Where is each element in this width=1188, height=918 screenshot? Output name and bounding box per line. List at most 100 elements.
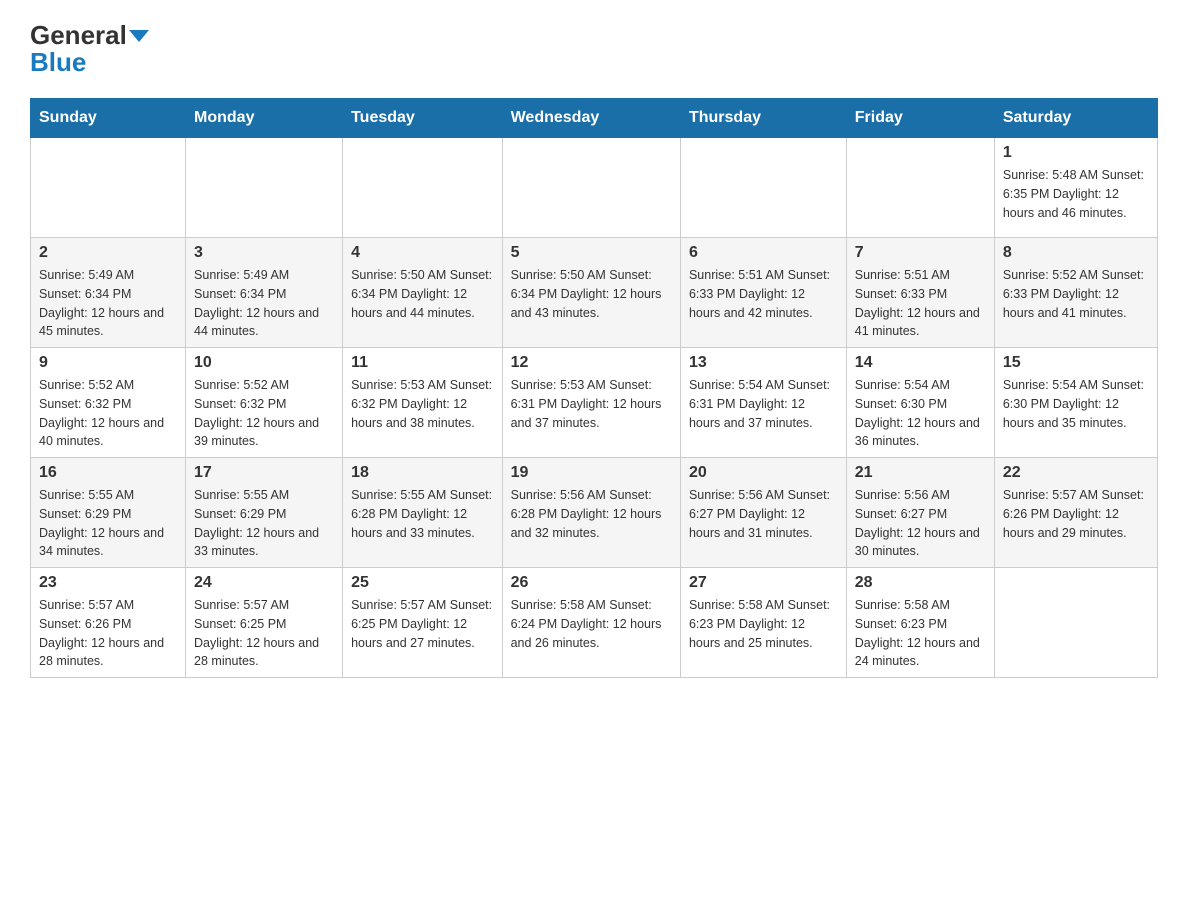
logo-arrow-icon <box>129 30 149 42</box>
day-info: Sunrise: 5:56 AM Sunset: 6:28 PM Dayligh… <box>511 486 672 542</box>
column-header-wednesday: Wednesday <box>502 99 680 138</box>
day-info: Sunrise: 5:57 AM Sunset: 6:26 PM Dayligh… <box>1003 486 1149 542</box>
column-header-tuesday: Tuesday <box>343 99 503 138</box>
calendar-cell: 25 Sunrise: 5:57 AM Sunset: 6:25 PM Dayli… <box>343 568 503 678</box>
column-header-thursday: Thursday <box>680 99 846 138</box>
day-number: 14 <box>855 354 986 372</box>
day-number: 16 <box>39 464 177 482</box>
calendar-cell: 4 Sunrise: 5:50 AM Sunset: 6:34 PM Daylig… <box>343 238 503 348</box>
calendar-cell: 26 Sunrise: 5:58 AM Sunset: 6:24 PM Dayli… <box>502 568 680 678</box>
day-info: Sunrise: 5:49 AM Sunset: 6:34 PM Dayligh… <box>194 266 334 341</box>
calendar-week-row: 9 Sunrise: 5:52 AM Sunset: 6:32 PM Daylig… <box>31 348 1158 458</box>
day-info: Sunrise: 5:52 AM Sunset: 6:33 PM Dayligh… <box>1003 266 1149 322</box>
day-number: 17 <box>194 464 334 482</box>
day-info: Sunrise: 5:58 AM Sunset: 6:24 PM Dayligh… <box>511 596 672 652</box>
calendar-cell <box>502 138 680 238</box>
day-number: 5 <box>511 244 672 262</box>
day-number: 8 <box>1003 244 1149 262</box>
calendar-cell: 15Sunrise: 5:54 AM Sunset: 6:30 PM Dayli… <box>994 348 1157 458</box>
calendar-cell: 11Sunrise: 5:53 AM Sunset: 6:32 PM Dayli… <box>343 348 503 458</box>
day-number: 27 <box>689 574 838 592</box>
day-info: Sunrise: 5:54 AM Sunset: 6:31 PM Dayligh… <box>689 376 838 432</box>
day-info: Sunrise: 5:58 AM Sunset: 6:23 PM Dayligh… <box>689 596 838 652</box>
calendar-cell: 16 Sunrise: 5:55 AM Sunset: 6:29 PM Dayli… <box>31 458 186 568</box>
day-number: 18 <box>351 464 494 482</box>
day-info: Sunrise: 5:54 AM Sunset: 6:30 PM Dayligh… <box>855 376 986 451</box>
day-number: 25 <box>351 574 494 592</box>
calendar-cell <box>343 138 503 238</box>
logo: General Blue <box>30 20 149 78</box>
column-header-saturday: Saturday <box>994 99 1157 138</box>
column-header-sunday: Sunday <box>31 99 186 138</box>
day-number: 13 <box>689 354 838 372</box>
day-number: 9 <box>39 354 177 372</box>
calendar-cell <box>846 138 994 238</box>
page-header: General Blue <box>30 20 1158 78</box>
day-number: 12 <box>511 354 672 372</box>
calendar-week-row: 16 Sunrise: 5:55 AM Sunset: 6:29 PM Dayli… <box>31 458 1158 568</box>
calendar-week-row: 1 Sunrise: 5:48 AM Sunset: 6:35 PM Daylig… <box>31 138 1158 238</box>
calendar-cell: 14 Sunrise: 5:54 AM Sunset: 6:30 PM Dayli… <box>846 348 994 458</box>
day-number: 22 <box>1003 464 1149 482</box>
day-info: Sunrise: 5:49 AM Sunset: 6:34 PM Dayligh… <box>39 266 177 341</box>
column-header-friday: Friday <box>846 99 994 138</box>
calendar-cell: 13 Sunrise: 5:54 AM Sunset: 6:31 PM Dayli… <box>680 348 846 458</box>
day-number: 20 <box>689 464 838 482</box>
calendar-cell: 9 Sunrise: 5:52 AM Sunset: 6:32 PM Daylig… <box>31 348 186 458</box>
calendar-cell: 24 Sunrise: 5:57 AM Sunset: 6:25 PM Dayli… <box>186 568 343 678</box>
calendar-cell: 6 Sunrise: 5:51 AM Sunset: 6:33 PM Daylig… <box>680 238 846 348</box>
calendar-cell: 5 Sunrise: 5:50 AM Sunset: 6:34 PM Daylig… <box>502 238 680 348</box>
calendar-cell: 8 Sunrise: 5:52 AM Sunset: 6:33 PM Daylig… <box>994 238 1157 348</box>
day-info: Sunrise: 5:55 AM Sunset: 6:29 PM Dayligh… <box>194 486 334 561</box>
calendar-cell: 2 Sunrise: 5:49 AM Sunset: 6:34 PM Daylig… <box>31 238 186 348</box>
day-info: Sunrise: 5:50 AM Sunset: 6:34 PM Dayligh… <box>351 266 494 322</box>
day-info: Sunrise: 5:52 AM Sunset: 6:32 PM Dayligh… <box>194 376 334 451</box>
day-info: Sunrise: 5:52 AM Sunset: 6:32 PM Dayligh… <box>39 376 177 451</box>
calendar-cell: 21 Sunrise: 5:56 AM Sunset: 6:27 PM Dayli… <box>846 458 994 568</box>
day-number: 2 <box>39 244 177 262</box>
day-info: Sunrise: 5:51 AM Sunset: 6:33 PM Dayligh… <box>689 266 838 322</box>
day-info: Sunrise: 5:55 AM Sunset: 6:28 PM Dayligh… <box>351 486 494 542</box>
calendar-table: SundayMondayTuesdayWednesdayThursdayFrid… <box>30 98 1158 678</box>
calendar-cell <box>680 138 846 238</box>
calendar-cell: 19Sunrise: 5:56 AM Sunset: 6:28 PM Dayli… <box>502 458 680 568</box>
day-info: Sunrise: 5:57 AM Sunset: 6:25 PM Dayligh… <box>194 596 334 671</box>
calendar-cell: 7Sunrise: 5:51 AM Sunset: 6:33 PM Daylig… <box>846 238 994 348</box>
calendar-cell: 28 Sunrise: 5:58 AM Sunset: 6:23 PM Dayli… <box>846 568 994 678</box>
day-number: 26 <box>511 574 672 592</box>
calendar-cell: 20 Sunrise: 5:56 AM Sunset: 6:27 PM Dayli… <box>680 458 846 568</box>
day-number: 6 <box>689 244 838 262</box>
calendar-cell: 10 Sunrise: 5:52 AM Sunset: 6:32 PM Dayli… <box>186 348 343 458</box>
day-info: Sunrise: 5:55 AM Sunset: 6:29 PM Dayligh… <box>39 486 177 561</box>
calendar-header-row: SundayMondayTuesdayWednesdayThursdayFrid… <box>31 99 1158 138</box>
day-number: 23 <box>39 574 177 592</box>
day-number: 10 <box>194 354 334 372</box>
calendar-cell: 1 Sunrise: 5:48 AM Sunset: 6:35 PM Daylig… <box>994 138 1157 238</box>
day-number: 28 <box>855 574 986 592</box>
day-info: Sunrise: 5:51 AM Sunset: 6:33 PM Dayligh… <box>855 266 986 341</box>
day-info: Sunrise: 5:57 AM Sunset: 6:26 PM Dayligh… <box>39 596 177 671</box>
calendar-cell <box>31 138 186 238</box>
day-number: 11 <box>351 354 494 372</box>
logo-blue: Blue <box>30 47 86 78</box>
calendar-cell: 17 Sunrise: 5:55 AM Sunset: 6:29 PM Dayli… <box>186 458 343 568</box>
day-number: 21 <box>855 464 986 482</box>
calendar-week-row: 23 Sunrise: 5:57 AM Sunset: 6:26 PM Dayli… <box>31 568 1158 678</box>
calendar-cell: 23 Sunrise: 5:57 AM Sunset: 6:26 PM Dayli… <box>31 568 186 678</box>
calendar-cell: 27 Sunrise: 5:58 AM Sunset: 6:23 PM Dayli… <box>680 568 846 678</box>
calendar-cell <box>186 138 343 238</box>
calendar-cell: 22 Sunrise: 5:57 AM Sunset: 6:26 PM Dayli… <box>994 458 1157 568</box>
calendar-week-row: 2 Sunrise: 5:49 AM Sunset: 6:34 PM Daylig… <box>31 238 1158 348</box>
day-number: 24 <box>194 574 334 592</box>
day-info: Sunrise: 5:56 AM Sunset: 6:27 PM Dayligh… <box>689 486 838 542</box>
calendar-cell: 18 Sunrise: 5:55 AM Sunset: 6:28 PM Dayli… <box>343 458 503 568</box>
day-number: 4 <box>351 244 494 262</box>
day-info: Sunrise: 5:58 AM Sunset: 6:23 PM Dayligh… <box>855 596 986 671</box>
day-info: Sunrise: 5:48 AM Sunset: 6:35 PM Dayligh… <box>1003 166 1149 222</box>
day-info: Sunrise: 5:50 AM Sunset: 6:34 PM Dayligh… <box>511 266 672 322</box>
day-info: Sunrise: 5:57 AM Sunset: 6:25 PM Dayligh… <box>351 596 494 652</box>
day-info: Sunrise: 5:56 AM Sunset: 6:27 PM Dayligh… <box>855 486 986 561</box>
calendar-cell <box>994 568 1157 678</box>
day-number: 1 <box>1003 144 1149 162</box>
day-number: 15 <box>1003 354 1149 372</box>
